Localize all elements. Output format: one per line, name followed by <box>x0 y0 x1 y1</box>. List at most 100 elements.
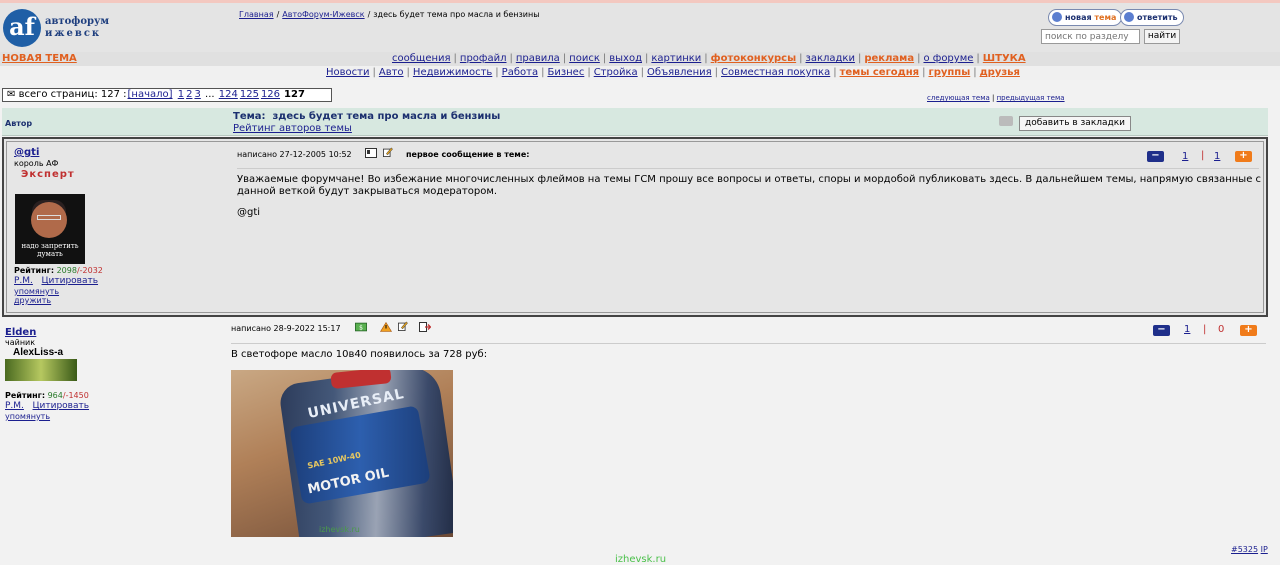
pager-icon: ✉ <box>7 89 16 100</box>
post-divider <box>231 343 1266 344</box>
warning-icon[interactable] <box>380 322 392 332</box>
vote-minus-value[interactable]: 1 <box>1184 324 1190 335</box>
edit-icon[interactable] <box>382 147 394 157</box>
logo[interactable]: af <box>3 9 41 47</box>
pager-page[interactable]: 126 <box>261 89 280 100</box>
nav-separator: | <box>640 67 645 78</box>
nav-separator: | <box>587 67 591 78</box>
friend-link[interactable]: дружить <box>14 296 51 305</box>
topic-title: Тема: здесь будет тема про масла и бензи… <box>233 111 500 122</box>
vote-plus-button[interactable]: + <box>1240 325 1257 336</box>
search-button[interactable]: найти <box>1144 29 1180 44</box>
nav-menu-item[interactable]: поиск <box>569 53 600 64</box>
vote-minus-value[interactable]: 1 <box>1182 151 1188 162</box>
money-icon[interactable]: $ <box>355 322 367 332</box>
motor-oil-photo[interactable]: UNIVERSAL SAE 10W-40 MOTOR OIL izhevsk.r… <box>231 370 453 537</box>
quote-link[interactable]: Цитировать <box>42 276 99 286</box>
pager-page[interactable]: 2 <box>186 89 192 100</box>
nav-section-item[interactable]: Работа <box>502 67 538 78</box>
pager-ellipsis: ... <box>205 89 215 100</box>
nav-separator: | <box>857 53 862 64</box>
breadcrumb-current: здесь будет тема про масла и бензины <box>373 10 540 19</box>
nav-section-item[interactable]: Недвижимость <box>413 67 492 78</box>
post-date: написано 27-12-2005 10:52 <box>237 150 352 159</box>
nav-section-item[interactable]: группы <box>928 67 970 78</box>
nav-menu-item[interactable]: фотоконкурсы <box>711 53 796 64</box>
pager-page[interactable]: 1 <box>178 89 184 100</box>
next-topic-link[interactable]: следующая тема <box>927 94 990 102</box>
nav-menu-item[interactable]: реклама <box>864 53 914 64</box>
first-message-label: первое сообщение в теме: <box>406 150 530 159</box>
pager-start[interactable]: [начало] <box>128 89 173 100</box>
vote-minus-button[interactable]: − <box>1153 325 1170 336</box>
nav-section-item[interactable]: друзья <box>980 67 1020 78</box>
post-author-name[interactable]: Elden <box>5 327 36 338</box>
profile-card-icon[interactable] <box>365 148 377 158</box>
mention-link[interactable]: упомянуть <box>14 287 59 296</box>
prev-topic-link[interactable]: предыдущая тема <box>997 94 1065 102</box>
quote-link[interactable]: Цитировать <box>33 401 90 411</box>
post-signature: @gti <box>237 207 261 218</box>
new-topic-link[interactable]: НОВАЯ ТЕМА <box>2 53 77 64</box>
nav-separator: | <box>562 53 567 64</box>
avatar-glasses <box>37 215 61 220</box>
nav-menu-item[interactable]: о форуме <box>923 53 973 64</box>
nav-menu-item[interactable]: выход <box>609 53 642 64</box>
pm-link[interactable]: Р.М. <box>5 401 24 411</box>
nav-menu-item[interactable]: сообщения <box>392 53 451 64</box>
breadcrumb: Главная / АвтоФорум-Ижевск / здесь будет тем… <box>239 10 540 19</box>
vote-minus-button[interactable]: − <box>1147 151 1164 162</box>
post-id-link[interactable]: #5325 <box>1231 545 1258 554</box>
breadcrumb-home[interactable]: Главная <box>239 10 274 19</box>
topic-label: Тема: <box>233 111 266 122</box>
vote-minus-count: 1 <box>1182 151 1188 163</box>
nav-menu-item[interactable]: правила <box>516 53 560 64</box>
pm-link[interactable]: Р.М. <box>14 276 33 286</box>
nav-section-item[interactable]: Совместная покупка <box>721 67 830 78</box>
nav-menu-item[interactable]: картинки <box>651 53 701 64</box>
nav-row-1: сообщения | профайл | правила | поиск | выход | ка… <box>392 53 1026 64</box>
avatar-name: AlexLiss-a <box>13 347 64 358</box>
nav-separator: | <box>799 53 803 64</box>
nav-row-2: Новости | Авто | Недвижимость | Работа | Бизнес |… <box>326 67 1020 78</box>
search-input[interactable] <box>1041 29 1140 44</box>
nav-menu-item[interactable]: закладки <box>806 53 855 64</box>
new-topic-button-accent: тема <box>1094 13 1117 22</box>
pager-page[interactable]: 124 <box>219 89 238 100</box>
avatar-picture <box>5 359 77 381</box>
main-nav: НОВАЯ ТЕМА сообщения | профайл | правила | пои… <box>0 52 1280 66</box>
nav-section-item[interactable]: темы сегодня <box>840 67 920 78</box>
rating-label: Рейтинг: <box>5 391 46 400</box>
nav-section-item[interactable]: Стройка <box>594 67 638 78</box>
post-first: @gti король АФ Эксперт надо запретить ду… <box>2 137 1268 317</box>
author-column-header: Автор <box>5 119 33 128</box>
post-author-title: чайник <box>5 338 36 347</box>
post-author-name[interactable]: @gti <box>14 147 39 158</box>
vote-plus-value[interactable]: 1 <box>1214 151 1220 162</box>
nav-menu-item[interactable]: ШТУКА <box>983 53 1026 64</box>
vote-plus-button[interactable]: + <box>1235 151 1252 162</box>
edit-icon[interactable] <box>397 321 409 331</box>
reply-button[interactable]: ответить <box>1120 9 1184 26</box>
post-author-actions: Р.М. Цитировать <box>14 276 98 286</box>
add-bookmark-button[interactable]: добавить в закладки <box>1019 116 1132 131</box>
mention-link[interactable]: упомянуть <box>5 412 50 421</box>
authors-rating-link[interactable]: Рейтинг авторов темы <box>233 123 352 134</box>
rating-positive: 964 <box>47 391 63 400</box>
new-topic-button[interactable]: новая тема <box>1048 9 1123 26</box>
pager-page[interactable]: 125 <box>240 89 259 100</box>
pager-page[interactable]: 3 <box>194 89 200 100</box>
top-bar: af автофорум ижевск Главная / АвтоФорум-Иж… <box>0 0 1280 52</box>
vote-sep: | <box>1201 150 1205 161</box>
nav-section-item[interactable]: Бизнес <box>547 67 584 78</box>
nav-menu-item[interactable]: профайл <box>460 53 507 64</box>
nav-section-item[interactable]: Объявления <box>647 67 712 78</box>
nav-section-item[interactable]: Новости <box>326 67 369 78</box>
sections-nav: Новости | Авто | Недвижимость | Работа | Бизнес |… <box>0 66 1280 80</box>
ip-link[interactable]: IP <box>1261 545 1268 554</box>
nav-section-item[interactable]: Авто <box>379 67 404 78</box>
nav-separator: | <box>917 53 921 64</box>
breadcrumb-forum[interactable]: АвтоФорум-Ижевск <box>282 10 364 19</box>
forward-icon[interactable] <box>419 322 431 332</box>
nav-separator: | <box>541 67 545 78</box>
